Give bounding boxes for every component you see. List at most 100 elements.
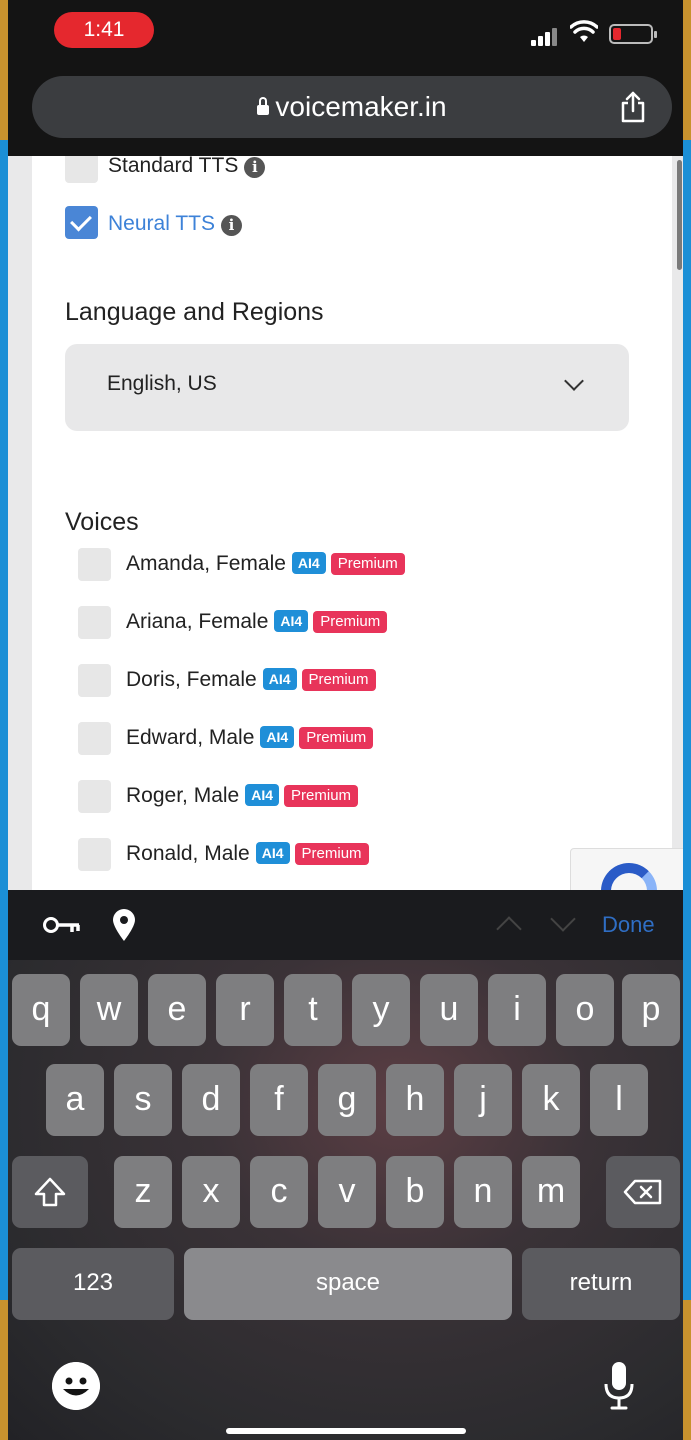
ai-badge: AI4 — [255, 842, 290, 864]
info-icon[interactable]: i — [220, 215, 242, 236]
key-f[interactable]: f — [250, 1064, 308, 1136]
wifi-icon — [570, 20, 598, 42]
key-c[interactable]: c — [250, 1156, 308, 1228]
return-key[interactable]: return — [522, 1248, 680, 1320]
key-o[interactable]: o — [556, 974, 614, 1046]
standard-tts-label: Standard TTS — [108, 156, 239, 177]
ai-badge: AI4 — [274, 610, 309, 632]
voices-section-title: Voices — [65, 508, 139, 536]
key-n[interactable]: n — [454, 1156, 512, 1228]
premium-badge: Premium — [301, 669, 376, 691]
key-b[interactable]: b — [386, 1156, 444, 1228]
key-w[interactable]: w — [80, 974, 138, 1046]
key-s[interactable]: s — [114, 1064, 172, 1136]
standard-tts-option: Standard TTS i — [108, 156, 266, 180]
previous-field-icon[interactable] — [496, 916, 522, 942]
standard-tts-checkbox[interactable] — [65, 156, 98, 183]
share-icon[interactable] — [616, 90, 650, 124]
key-q[interactable]: q — [12, 974, 70, 1046]
key-y[interactable]: y — [352, 974, 410, 1046]
backspace-icon — [623, 1179, 662, 1205]
voice-checkbox[interactable] — [78, 548, 111, 581]
voice-label: Ariana, Female AI4 Premium — [126, 608, 388, 636]
recaptcha-icon — [601, 863, 657, 890]
ai-badge: AI4 — [291, 552, 326, 574]
premium-badge: Premium — [313, 611, 388, 633]
key-z[interactable]: z — [114, 1156, 172, 1228]
key-e[interactable]: e — [148, 974, 206, 1046]
neural-tts-checkbox[interactable] — [65, 206, 98, 239]
cellular-signal-icon — [531, 24, 561, 46]
microphone-icon[interactable] — [602, 1360, 636, 1412]
key-a[interactable]: a — [46, 1064, 104, 1136]
neural-tts-option: Neural TTS i — [108, 210, 242, 238]
voice-checkbox[interactable] — [78, 722, 111, 755]
voice-checkbox[interactable] — [78, 780, 111, 813]
info-icon[interactable]: i — [244, 157, 266, 178]
url-text: voicemaker.in — [275, 91, 447, 122]
key-t[interactable]: t — [284, 974, 342, 1046]
web-content: Standard TTS i Neural TTS i Language and R… — [8, 156, 683, 890]
key-k[interactable]: k — [522, 1064, 580, 1136]
key-r[interactable]: r — [216, 974, 274, 1046]
numbers-key[interactable]: 123 — [12, 1248, 174, 1320]
phone-screen: 1:41 voicemaker.in Standard TTS i Neural… — [8, 0, 683, 1440]
key-v[interactable]: v — [318, 1156, 376, 1228]
frame-border-left — [0, 0, 8, 1440]
location-pin-icon[interactable] — [110, 908, 138, 942]
address-bar-content: voicemaker.in — [32, 76, 672, 138]
premium-badge: Premium — [330, 553, 405, 575]
emoji-icon[interactable] — [52, 1362, 100, 1410]
shift-key[interactable] — [12, 1156, 88, 1228]
voice-label: Doris, Female AI4 Premium — [126, 666, 376, 694]
space-key[interactable]: space — [184, 1248, 512, 1320]
voice-name: Roger, Male — [126, 784, 240, 807]
delete-key[interactable] — [606, 1156, 680, 1228]
voice-checkbox[interactable] — [78, 606, 111, 639]
key-x[interactable]: x — [182, 1156, 240, 1228]
language-select[interactable]: English, US — [65, 344, 629, 431]
status-bar: 1:41 — [8, 0, 683, 62]
page-scrollbar[interactable] — [677, 160, 682, 270]
voice-name: Doris, Female — [126, 668, 257, 691]
address-bar[interactable]: voicemaker.in — [32, 76, 672, 138]
ai-badge: AI4 — [260, 726, 295, 748]
key-u[interactable]: u — [420, 974, 478, 1046]
key-p[interactable]: p — [622, 974, 680, 1046]
key-g[interactable]: g — [318, 1064, 376, 1136]
voice-name: Edward, Male — [126, 726, 255, 749]
premium-badge: Premium — [294, 843, 369, 865]
key-m[interactable]: m — [522, 1156, 580, 1228]
key-h[interactable]: h — [386, 1064, 444, 1136]
key-j[interactable]: j — [454, 1064, 512, 1136]
key-i[interactable]: i — [488, 974, 546, 1046]
key-d[interactable]: d — [182, 1064, 240, 1136]
voice-label: Amanda, Female AI4 Premium — [126, 550, 405, 578]
frame-border-right — [683, 0, 691, 1440]
neural-tts-label: Neural TTS — [108, 212, 215, 235]
voice-checkbox[interactable] — [78, 838, 111, 871]
done-button[interactable]: Done — [602, 912, 655, 938]
voice-name: Ariana, Female — [126, 610, 269, 633]
voice-label: Ronald, Male AI4 Premium — [126, 840, 369, 868]
next-field-icon[interactable] — [550, 906, 576, 932]
status-time: 1:41 — [54, 12, 154, 48]
ai-badge: AI4 — [262, 668, 297, 690]
key-icon[interactable] — [42, 914, 82, 936]
lock-icon — [257, 97, 270, 117]
battery-icon — [609, 24, 657, 44]
premium-badge: Premium — [284, 785, 359, 807]
shift-icon — [34, 1177, 66, 1207]
key-l[interactable]: l — [590, 1064, 648, 1136]
voice-label: Roger, Male AI4 Premium — [126, 782, 359, 810]
voice-checkbox[interactable] — [78, 664, 111, 697]
ai-badge: AI4 — [245, 784, 280, 806]
home-indicator[interactable] — [226, 1428, 466, 1434]
voice-name: Ronald, Male — [126, 842, 250, 865]
chevron-down-icon — [564, 371, 584, 391]
voice-name: Amanda, Female — [126, 552, 286, 575]
language-select-value: English, US — [107, 372, 217, 395]
voice-label: Edward, Male AI4 Premium — [126, 724, 374, 752]
language-section-title: Language and Regions — [65, 298, 324, 326]
recaptcha-badge[interactable] — [570, 848, 683, 890]
